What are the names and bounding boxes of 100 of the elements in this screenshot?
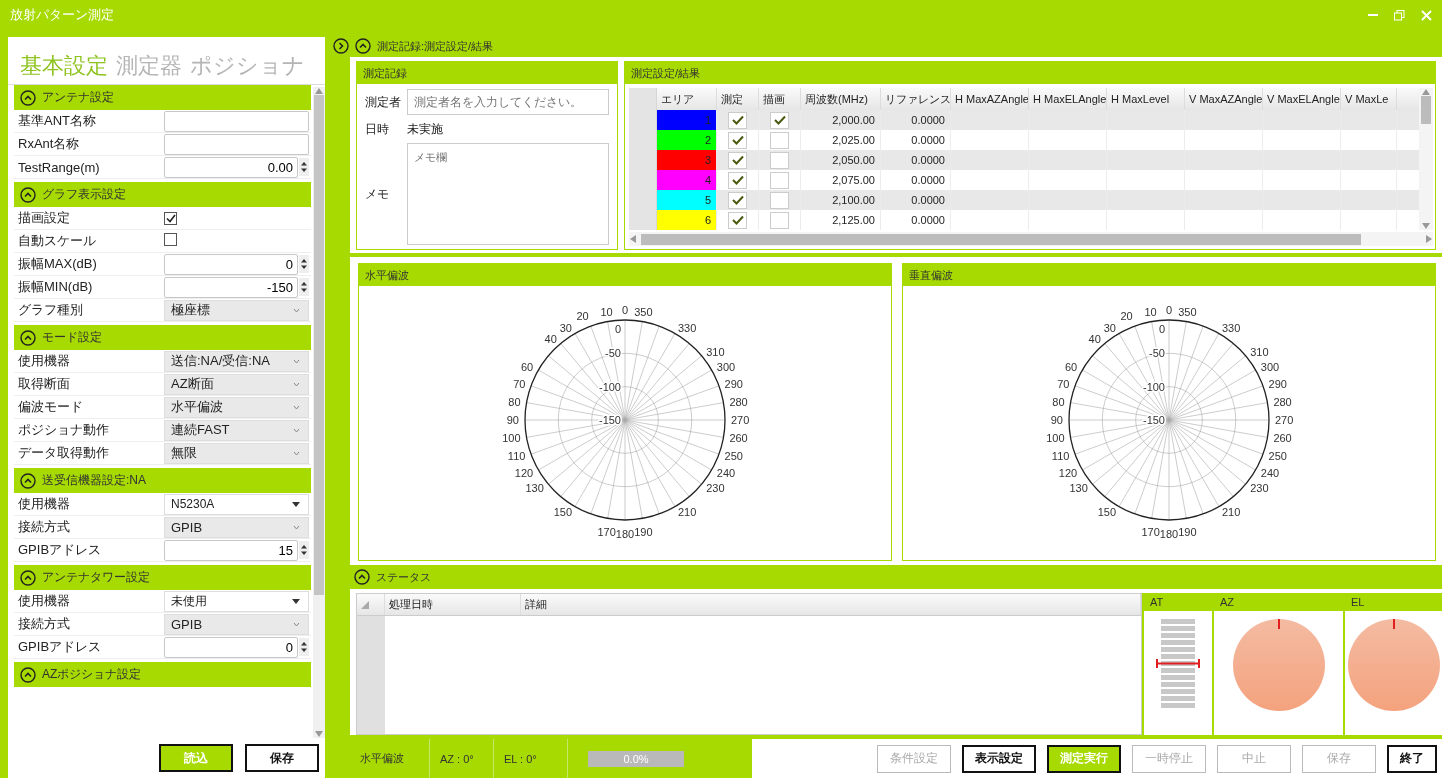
- angle-label: 100: [1046, 432, 1065, 445]
- dropdown[interactable]: 送信:NA/受信:NA: [164, 350, 309, 372]
- collapse-icon[interactable]: [355, 38, 371, 54]
- angle-label: 70: [513, 377, 526, 390]
- chevron-right-icon[interactable]: [333, 38, 349, 54]
- section-header[interactable]: AZポジショナ設定: [14, 662, 311, 687]
- collapse-icon[interactable]: [20, 472, 36, 489]
- collapse-icon[interactable]: [20, 569, 36, 586]
- area-color-cell: 3: [657, 150, 717, 170]
- text-field[interactable]: [164, 110, 309, 132]
- dropdown[interactable]: 連続FAST: [164, 419, 309, 441]
- angle-label: 290: [1268, 377, 1287, 390]
- collapse-icon[interactable]: [20, 186, 36, 203]
- area-color-cell: 5: [657, 190, 717, 210]
- column-header[interactable]: 処理日時: [385, 594, 521, 615]
- memo-field[interactable]: メモ欄: [407, 143, 609, 245]
- spinner-icon[interactable]: [299, 158, 309, 176]
- scroll-right-icon[interactable]: [1425, 234, 1433, 244]
- section-header[interactable]: 送受信機器設定:NA: [14, 468, 311, 493]
- collapse-icon[interactable]: [20, 89, 36, 106]
- angle-label: 60: [520, 361, 534, 373]
- spinner-icon[interactable]: [299, 278, 309, 296]
- field-label: グラフ種別: [17, 301, 84, 319]
- panel-button[interactable]: 保存: [245, 744, 319, 772]
- angle-label: 90: [506, 414, 519, 426]
- dropdown[interactable]: 未使用: [164, 590, 309, 612]
- angle-label: 110: [507, 450, 526, 463]
- radial-label: -50: [1149, 347, 1165, 360]
- angle-label: 310: [1250, 345, 1269, 358]
- section-header[interactable]: モード設定: [14, 325, 311, 350]
- field-label: 使用機器: [17, 592, 71, 610]
- number-field[interactable]: 0.00: [164, 156, 298, 178]
- column-header[interactable]: 詳細: [521, 594, 1141, 615]
- section-header[interactable]: アンテナ設定: [14, 85, 311, 110]
- dropdown[interactable]: AZ断面: [164, 373, 309, 395]
- angle-label: 210: [1222, 505, 1241, 518]
- dropdown[interactable]: 水平偏波: [164, 396, 309, 418]
- section-header[interactable]: グラフ表示設定: [14, 182, 311, 207]
- angle-label: 300: [1260, 361, 1280, 373]
- scrollbar[interactable]: [1419, 88, 1433, 230]
- panel-title: 水平偏波: [365, 267, 409, 283]
- angle-label: 190: [634, 526, 653, 539]
- restore-icon[interactable]: [1394, 9, 1405, 21]
- chevron-down-icon: [293, 358, 300, 364]
- field-label: ポジショナ動作: [17, 421, 110, 439]
- chevron-down-icon: [293, 450, 300, 456]
- field-label: メモ: [364, 185, 390, 203]
- dropdown[interactable]: GPIB: [164, 516, 309, 538]
- scroll-thumb[interactable]: [314, 95, 324, 595]
- scrollbar[interactable]: [313, 87, 325, 738]
- angle-label: 310: [706, 345, 725, 358]
- checkbox[interactable]: [164, 233, 177, 246]
- panel-title: 垂直偏波: [909, 267, 953, 283]
- number-field[interactable]: 0: [164, 253, 298, 275]
- number-field[interactable]: -150: [164, 276, 298, 298]
- scroll-left-icon[interactable]: [629, 234, 637, 244]
- radial-label: 0: [1158, 323, 1165, 335]
- close-icon[interactable]: [1421, 9, 1432, 21]
- indicator-title: EL: [1351, 596, 1365, 608]
- dropdown[interactable]: GPIB: [164, 613, 309, 635]
- angle-label: 180: [1159, 528, 1179, 540]
- number-field[interactable]: 0: [164, 636, 298, 658]
- angle-label: 330: [1222, 322, 1241, 335]
- angle-label: 170: [1141, 526, 1160, 539]
- angle-label: 170: [597, 526, 616, 539]
- radial-label: -150: [598, 414, 621, 426]
- angle-label: 30: [559, 322, 572, 335]
- text-field[interactable]: [164, 133, 309, 155]
- scroll-thumb[interactable]: [1421, 96, 1431, 124]
- area-color-cell: 2: [657, 130, 717, 150]
- dropdown[interactable]: 極座標: [164, 299, 309, 321]
- check-icon: [731, 155, 744, 165]
- spinner-icon[interactable]: [299, 541, 309, 559]
- action-button[interactable]: 表示設定: [962, 744, 1036, 773]
- spinner-icon[interactable]: [299, 638, 309, 656]
- action-button[interactable]: 終了: [1387, 744, 1437, 773]
- section-title: アンテナ設定: [42, 89, 114, 106]
- collapse-icon[interactable]: [354, 569, 370, 585]
- scroll-down-icon[interactable]: [1421, 222, 1431, 230]
- angle-label: 180: [615, 528, 635, 540]
- collapse-icon[interactable]: [20, 666, 36, 683]
- field-label: 自動スケール: [17, 232, 97, 250]
- operator-field[interactable]: 測定者名を入力してください。: [407, 89, 609, 115]
- indicator-title: AT: [1150, 596, 1164, 608]
- progress-text: 0.0%: [623, 752, 649, 765]
- scroll-down-icon[interactable]: [314, 730, 324, 738]
- angle-label: 230: [1250, 482, 1269, 495]
- dropdown[interactable]: 無限: [164, 442, 309, 464]
- table-cell: 0.0000: [881, 210, 951, 230]
- number-field[interactable]: 15: [164, 539, 298, 561]
- spinner-icon[interactable]: [299, 255, 309, 273]
- window-title: 放射パターン測定: [10, 6, 114, 24]
- indicator-title: AZ: [1220, 596, 1235, 608]
- section-header[interactable]: アンテナタワー設定: [14, 565, 311, 590]
- checkbox[interactable]: [164, 212, 177, 225]
- scroll-thumb[interactable]: [641, 233, 1361, 245]
- angle-label: 40: [544, 332, 557, 345]
- dropdown[interactable]: N5230A: [164, 493, 309, 515]
- collapse-icon[interactable]: [20, 329, 36, 346]
- scrollbar[interactable]: [629, 232, 1433, 246]
